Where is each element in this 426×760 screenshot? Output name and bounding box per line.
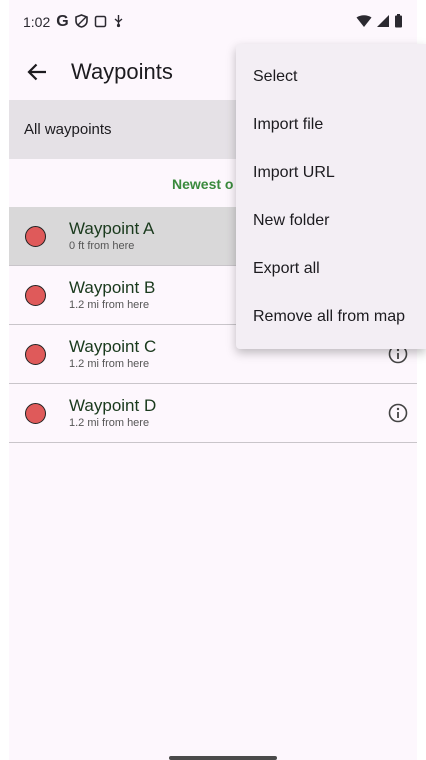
list-item[interactable]: Waypoint D 1.2 mi from here [9, 384, 417, 443]
waypoint-name: Waypoint A [69, 219, 155, 238]
menu-item-import-url[interactable]: Import URL [236, 149, 426, 197]
menu-item-import-file[interactable]: Import file [236, 101, 426, 149]
item-text: Waypoint D 1.2 mi from here [69, 396, 156, 430]
screen: 1:02 G Waypoints All waypoints Newest o … [0, 0, 426, 760]
waypoint-name: Waypoint D [69, 396, 157, 415]
menu-item-new-folder[interactable]: New folder [236, 197, 426, 245]
waypoint-name: Waypoint C [69, 337, 157, 356]
screen-icon [94, 15, 107, 30]
left-edge [0, 0, 9, 760]
waypoint-dot-icon [25, 343, 46, 365]
waypoint-dot-icon [25, 284, 46, 306]
info-icon[interactable] [387, 402, 409, 424]
shield-icon [74, 14, 88, 30]
waypoint-name: Waypoint B [69, 278, 156, 297]
folder-label: All waypoints [24, 121, 112, 138]
usb-debug-icon [113, 14, 124, 30]
waypoint-distance: 1.2 mi from here [69, 417, 150, 429]
status-bar: 1:02 G [9, 0, 417, 44]
back-arrow-icon[interactable] [23, 58, 51, 86]
waypoint-distance: 1.2 mi from here [69, 299, 150, 311]
menu-item-export-all[interactable]: Export all [236, 245, 426, 293]
waypoint-distance: 0 ft from here [69, 240, 135, 252]
menu-item-remove-all-from-map[interactable]: Remove all from map [236, 293, 426, 341]
item-text: Waypoint C 1.2 mi from here [69, 337, 156, 371]
wifi-icon [356, 14, 372, 31]
battery-icon [394, 13, 403, 31]
overflow-menu: Select Import file Import URL New folder… [236, 44, 426, 349]
sort-order-label[interactable]: Newest o [172, 176, 233, 192]
signal-icon [376, 14, 390, 31]
google-g-icon: G [56, 13, 69, 30]
page-title: Waypoints [71, 59, 173, 84]
waypoint-distance: 1.2 mi from here [69, 358, 150, 370]
waypoint-dot-icon [25, 225, 46, 247]
item-text: Waypoint A 0 ft from here [69, 219, 154, 253]
waypoint-dot-icon [25, 402, 46, 424]
status-time: 1:02 [23, 14, 51, 30]
navigation-handle[interactable] [169, 756, 277, 760]
status-right-icons [356, 13, 403, 31]
menu-item-select[interactable]: Select [236, 53, 426, 101]
item-text: Waypoint B 1.2 mi from here [69, 278, 155, 312]
